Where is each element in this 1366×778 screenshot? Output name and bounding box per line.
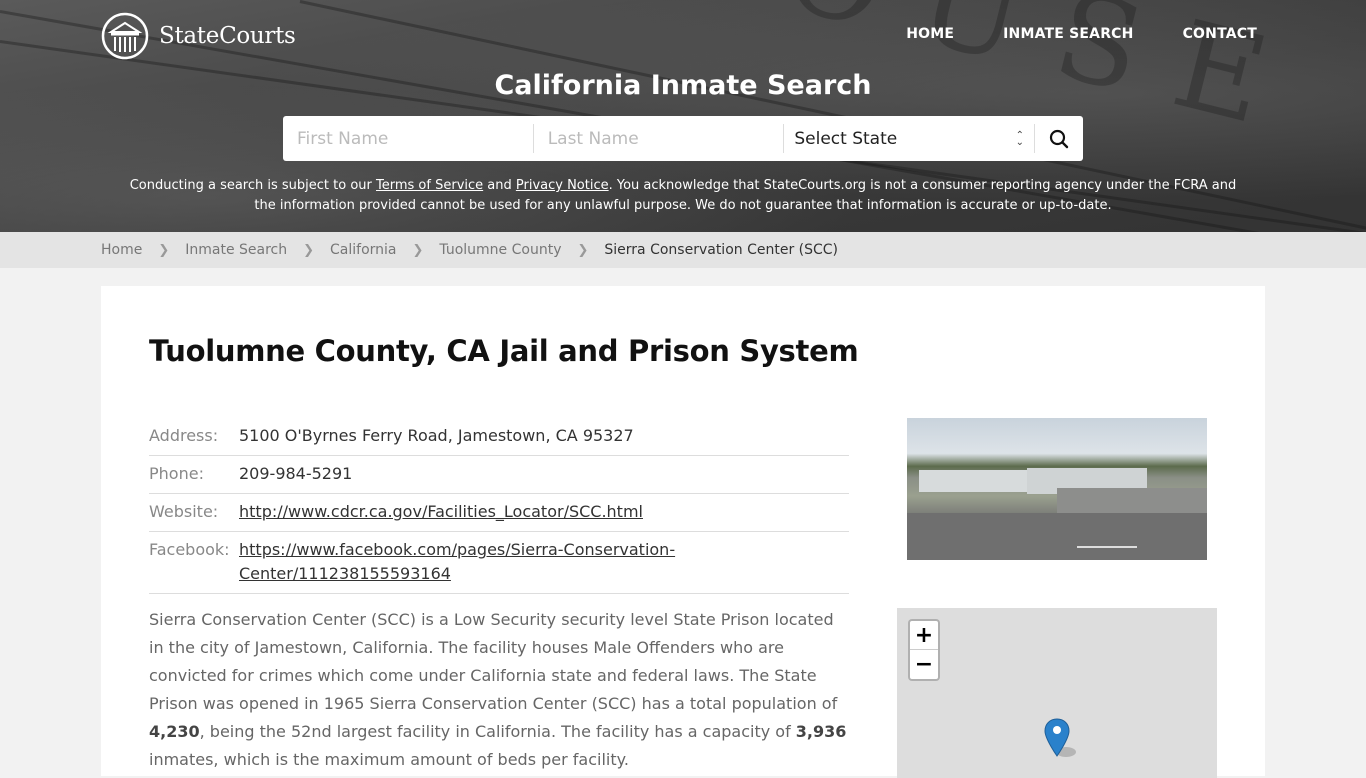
breadcrumb: Home ❯ Inmate Search ❯ California ❯ Tuol… — [0, 232, 1366, 268]
breadcrumb-home[interactable]: Home — [101, 242, 142, 258]
hero-title: California Inmate Search — [494, 70, 872, 101]
population-value: 4,230 — [149, 722, 200, 741]
zoom-in-button[interactable]: + — [910, 621, 938, 650]
facility-info-table: Address: 5100 O'Byrnes Ferry Road, James… — [149, 418, 849, 594]
facility-card: Tuolumne County, CA Jail and Prison Syst… — [101, 286, 1265, 778]
breadcrumb-inmate-search[interactable]: Inmate Search — [185, 242, 287, 258]
phone-value: 209-984-5291 — [239, 464, 353, 483]
search-button[interactable] — [1035, 116, 1083, 161]
logo-text: StateCourts — [159, 23, 296, 49]
state-select-value: Select State — [794, 128, 898, 149]
hero-banner: OUSE StateCourts HOME INMATE SEARCH CONT… — [0, 0, 1366, 232]
disclaimer-text: Conducting a search is subject to our — [129, 178, 377, 193]
courthouse-logo-icon — [101, 12, 149, 60]
disclaimer-text: and — [483, 178, 516, 193]
photo-road-marking — [1077, 546, 1137, 548]
nav-inmate-search[interactable]: INMATE SEARCH — [1003, 26, 1133, 42]
photo-parking-lot — [1057, 488, 1207, 514]
map-marker-icon[interactable] — [1044, 718, 1078, 762]
select-arrows-icon: ⌃ ⌄ — [1015, 129, 1025, 148]
description-text: Sierra Conservation Center (SCC) is a Lo… — [149, 610, 838, 713]
info-label: Address: — [149, 426, 219, 445]
zoom-out-button[interactable]: − — [910, 650, 938, 679]
search-disclaimer: Conducting a search is subject to our Te… — [120, 176, 1246, 216]
first-name-input[interactable]: First Name — [283, 116, 533, 161]
description-text: inmates, which is the maximum amount of … — [149, 750, 629, 769]
info-label: Facebook: — [149, 540, 230, 559]
address-value: 5100 O'Byrnes Ferry Road, Jamestown, CA … — [239, 426, 634, 445]
facebook-link[interactable]: https://www.facebook.com/pages/Sierra-Co… — [239, 540, 675, 583]
facility-description: Sierra Conservation Center (SCC) is a Lo… — [149, 606, 849, 774]
chevron-right-icon: ❯ — [158, 242, 170, 258]
facility-photo — [907, 418, 1207, 560]
search-bar: First Name Last Name Select State ⌃ ⌄ — [283, 116, 1083, 161]
chevron-right-icon: ❯ — [577, 242, 589, 258]
info-label: Phone: — [149, 464, 204, 483]
privacy-notice-link[interactable]: Privacy Notice — [516, 178, 609, 193]
facility-map[interactable]: + − — [897, 608, 1217, 778]
page-title: Tuolumne County, CA Jail and Prison Syst… — [149, 334, 859, 368]
info-label: Website: — [149, 502, 219, 521]
breadcrumb-current: Sierra Conservation Center (SCC) — [604, 242, 839, 258]
breadcrumb-tuolumne-county[interactable]: Tuolumne County — [439, 242, 561, 258]
map-zoom-control: + − — [908, 619, 940, 681]
search-icon — [1049, 129, 1069, 148]
info-row-address: Address: 5100 O'Byrnes Ferry Road, James… — [149, 418, 849, 456]
photo-road — [907, 513, 1207, 560]
info-row-phone: Phone: 209-984-5291 — [149, 456, 849, 494]
info-row-website: Website: http://www.cdcr.ca.gov/Faciliti… — [149, 494, 849, 532]
site-logo[interactable]: StateCourts — [101, 12, 296, 60]
last-name-input[interactable]: Last Name — [534, 116, 784, 161]
main-nav: HOME INMATE SEARCH CONTACT — [906, 26, 1257, 42]
info-row-facebook: Facebook: https://www.facebook.com/pages… — [149, 532, 849, 594]
chevron-right-icon: ❯ — [412, 242, 424, 258]
nav-contact[interactable]: CONTACT — [1183, 26, 1257, 42]
state-select[interactable]: Select State ⌃ ⌄ — [784, 116, 1034, 161]
terms-of-service-link[interactable]: Terms of Service — [376, 178, 483, 193]
capacity-value: 3,936 — [795, 722, 847, 741]
photo-building — [919, 470, 1029, 492]
chevron-right-icon: ❯ — [303, 242, 315, 258]
breadcrumb-california[interactable]: California — [330, 242, 396, 258]
nav-home[interactable]: HOME — [906, 26, 954, 42]
description-text: , being the 52nd largest facility in Cal… — [199, 722, 796, 741]
website-link[interactable]: http://www.cdcr.ca.gov/Facilities_Locato… — [239, 502, 643, 521]
